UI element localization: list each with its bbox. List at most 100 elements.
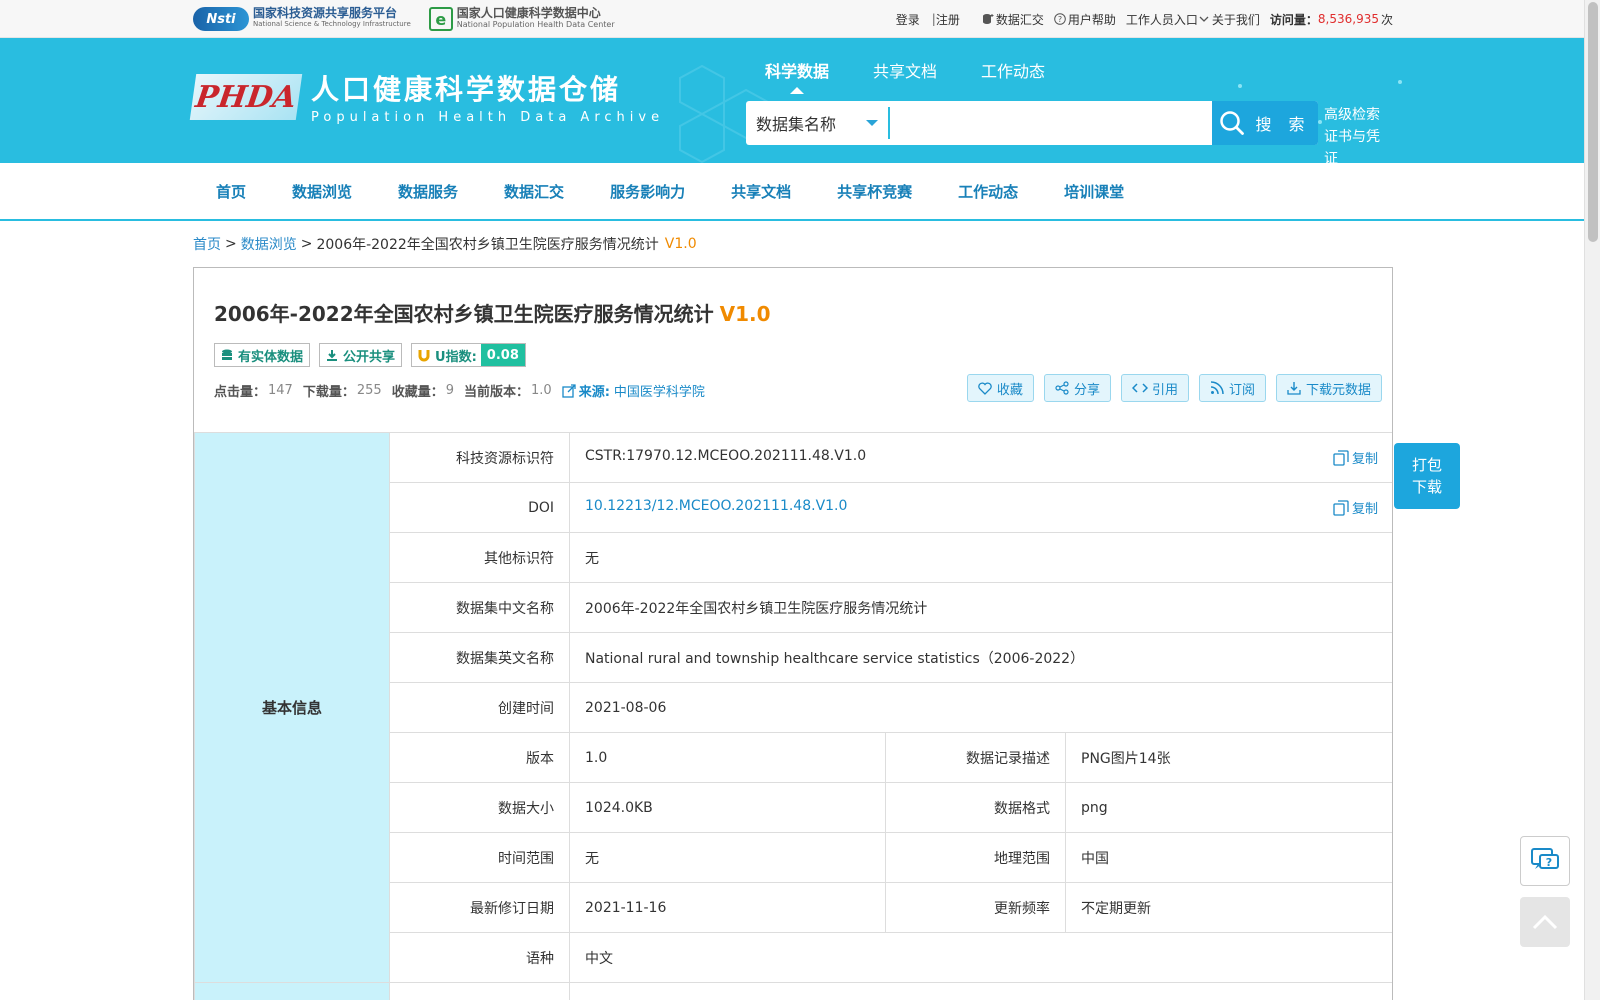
register-link[interactable]: 注册 xyxy=(936,11,960,28)
staff-entry-dropdown[interactable]: 工作人员入口 xyxy=(1126,11,1212,28)
user-help-link[interactable]: ? 用户帮助 xyxy=(1054,11,1116,28)
chevron-up-icon xyxy=(1532,914,1558,930)
nphdc-logo[interactable]: e 国家人口健康科学数据中心 National Population Healt… xyxy=(428,6,615,31)
cstr-cell: CSTR:17970.12.MCEOO.202111.48.V1.0 复制 xyxy=(569,432,1392,483)
download-metadata-label: 下载元数据 xyxy=(1305,382,1371,398)
search-field-select[interactable]: 数据集名称 xyxy=(746,107,890,139)
nsti-logo[interactable]: Nsti 国家科技资源共享服务平台 National Science & Tec… xyxy=(193,7,411,31)
data-submit-label: 数据汇交 xyxy=(995,12,1044,27)
nphdc-logo-cn: 国家人口健康科学数据中心 xyxy=(456,6,601,20)
share-icon xyxy=(1055,381,1069,395)
nav-training[interactable]: 培训课堂 xyxy=(1041,181,1147,202)
login-link[interactable]: 登录 xyxy=(896,11,920,28)
copy-icon xyxy=(1333,499,1349,516)
search-button[interactable]: 搜 索 xyxy=(1212,101,1318,145)
downloads-label: 下载量： xyxy=(302,385,355,400)
visits-label: 访问量： xyxy=(1269,12,1318,27)
cn-name-label: 数据集中文名称 xyxy=(389,582,570,633)
copy-doi-button[interactable]: 复制 xyxy=(1333,498,1378,517)
copy-label: 复制 xyxy=(1351,452,1378,467)
record-desc-value: PNG图片14张 xyxy=(1065,732,1392,783)
dataset-detail: 2006年-2022年全国农村乡镇卫生院医疗服务情况统计 V1.0 有实体数据 公… xyxy=(193,267,1393,1000)
about-link[interactable]: 关于我们 xyxy=(1212,11,1260,28)
share-button[interactable]: 分享 xyxy=(1043,374,1111,402)
revised-label: 最新修订日期 xyxy=(389,882,570,933)
svg-text:?: ? xyxy=(1058,15,1062,24)
tag-u-index: U指数: 0.08 xyxy=(411,343,526,367)
section-next xyxy=(194,982,390,1000)
nav-data-browse[interactable]: 数据浏览 xyxy=(269,181,375,202)
nav-data-submit[interactable]: 数据汇交 xyxy=(481,181,587,202)
code-icon xyxy=(1131,383,1148,393)
size-value: 1024.0KB xyxy=(569,782,886,833)
dataset-title-text: 2006年-2022年全国农村乡镇卫生院医疗服务情况统计 xyxy=(214,302,714,326)
share-label: 分享 xyxy=(1073,382,1100,398)
staff-entry-label: 工作人员入口 xyxy=(1125,12,1198,27)
nphdc-logo-mark: e xyxy=(428,7,453,31)
format-label: 数据格式 xyxy=(885,782,1066,833)
tag-entity-label: 有实体数据 xyxy=(238,349,304,365)
svg-text:?: ? xyxy=(1546,856,1552,869)
tag-entity-data: 有实体数据 xyxy=(214,343,311,367)
header-nav-science-data[interactable]: 科学数据 xyxy=(765,58,829,94)
next-row-label xyxy=(389,982,570,1000)
en-name-value: National rural and township healthcare s… xyxy=(569,632,1392,683)
breadcrumb-home[interactable]: 首页 xyxy=(193,234,221,254)
heart-icon xyxy=(978,381,992,395)
main-nav: 首页 数据浏览 数据服务 数据汇交 服务影响力 共享文档 共享杯竞赛 工作动态 … xyxy=(0,163,1600,221)
nav-home[interactable]: 首页 xyxy=(193,181,269,202)
site-title-en: Population Health Data Archive xyxy=(311,110,665,125)
visits-count: 8,536,935 xyxy=(1317,12,1379,26)
time-range-value: 无 xyxy=(569,832,886,883)
cstr-value: CSTR:17970.12.MCEOO.202111.48.V1.0 xyxy=(585,448,867,464)
copy-cstr-button[interactable]: 复制 xyxy=(1333,448,1378,467)
clicks-value: 147 xyxy=(268,383,293,398)
search-icon xyxy=(1220,111,1245,135)
nav-share-cup[interactable]: 共享杯竞赛 xyxy=(814,181,935,202)
doi-link[interactable]: 10.12213/12.MCEOO.202111.48.V1.0 xyxy=(585,498,847,514)
header-nav: 科学数据 共享文档 工作动态 xyxy=(765,58,1089,94)
breadcrumb-version: V1.0 xyxy=(664,236,697,252)
revised-value: 2021-11-16 xyxy=(569,882,886,933)
caret-down-icon xyxy=(866,120,878,126)
source-label: 来源: xyxy=(578,385,610,400)
advanced-search-link[interactable]: 高级检索 xyxy=(1324,107,1380,123)
time-range-label: 时间范围 xyxy=(389,832,570,883)
search-input[interactable] xyxy=(890,101,1212,145)
subscribe-button[interactable]: 订阅 xyxy=(1198,374,1266,402)
page-scrollbar[interactable] xyxy=(1584,0,1600,1000)
cite-button[interactable]: 引用 xyxy=(1120,374,1189,402)
update-freq-value: 不定期更新 xyxy=(1065,882,1392,933)
update-freq-label: 更新频率 xyxy=(885,882,1066,933)
back-to-top-button[interactable] xyxy=(1520,897,1570,947)
top-links: 登录 | 注册 数据汇交 ? 用户帮助 工作人员入口 关于我们 访问量： 8,5… xyxy=(896,0,1393,38)
header-nav-shared-docs[interactable]: 共享文档 xyxy=(873,58,937,94)
phda-logo: PHDA xyxy=(189,73,303,120)
u-index-icon xyxy=(418,349,430,361)
visits-unit: 次 xyxy=(1380,12,1393,27)
current-version-label: 当前版本： xyxy=(463,385,529,400)
geo-range-value: 中国 xyxy=(1065,832,1392,883)
download-icon xyxy=(327,349,338,361)
help-chat-button[interactable]: ? xyxy=(1520,836,1570,886)
scrollbar-thumb[interactable] xyxy=(1588,2,1598,242)
section-basic-info: 基本信息 xyxy=(194,432,390,983)
header-nav-work-news[interactable]: 工作动态 xyxy=(981,58,1045,94)
certificate-link[interactable]: 证书与凭证 xyxy=(1324,129,1380,163)
phda-brand[interactable]: PHDA 人口健康科学数据仓储 Population Health Data A… xyxy=(189,68,665,125)
pack-download-button[interactable]: 打包 下载 xyxy=(1394,443,1460,509)
favorite-button[interactable]: 收藏 xyxy=(966,374,1034,402)
cn-name-value: 2006年-2022年全国农村乡镇卫生院医疗服务情况统计 xyxy=(569,582,1392,633)
breadcrumb-browse[interactable]: 数据浏览 xyxy=(241,234,297,254)
nav-data-service[interactable]: 数据服务 xyxy=(375,181,481,202)
chevron-down-icon xyxy=(1199,16,1209,22)
data-submit-link[interactable]: 数据汇交 xyxy=(982,11,1044,28)
source-link[interactable]: 中国医学科学院 xyxy=(614,381,705,400)
download-metadata-button[interactable]: 下载元数据 xyxy=(1275,374,1382,402)
geo-range-label: 地理范围 xyxy=(885,832,1066,883)
nav-service-impact[interactable]: 服务影响力 xyxy=(587,181,708,202)
breadcrumb-separator: > xyxy=(300,236,313,252)
nav-work-news[interactable]: 工作动态 xyxy=(935,181,1041,202)
dataset-title: 2006年-2022年全国农村乡镇卫生院医疗服务情况统计 V1.0 xyxy=(214,298,1392,327)
nav-shared-docs[interactable]: 共享文档 xyxy=(708,181,814,202)
